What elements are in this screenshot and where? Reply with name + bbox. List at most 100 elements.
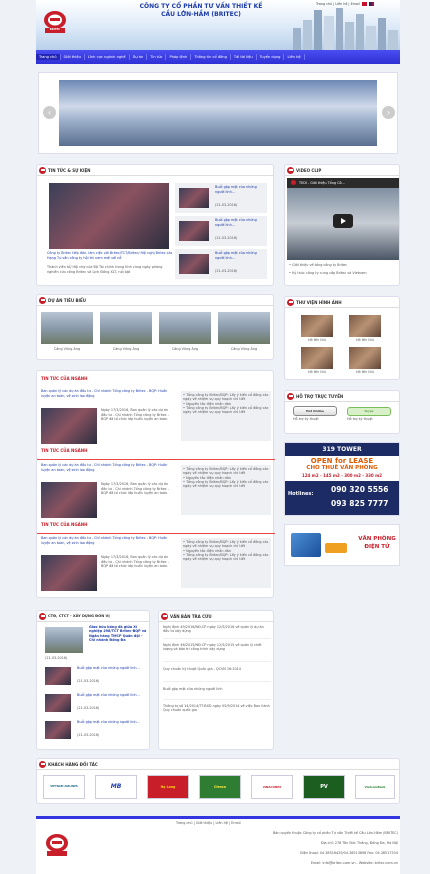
e-office-line-2: ĐIỆN TỬ — [364, 544, 390, 550]
footer-links[interactable]: Trang chủ | Giới thiệu | Liên hệ | Email — [176, 821, 241, 826]
units-item-thumb[interactable] — [45, 694, 71, 712]
footer-email[interactable]: Email: info@britec.com.vn - Website: bri… — [216, 861, 398, 866]
units-item-thumb[interactable] — [45, 721, 71, 739]
nav-item-recruitment[interactable]: Tuyển dụng — [257, 54, 285, 60]
nav-item-shareholders[interactable]: Thông tin cổ đông — [191, 54, 231, 60]
related-item[interactable]: Tổng công ty Britec/BQP: Lấy ý kiến cổ đ… — [183, 467, 269, 476]
online-status-button[interactable]: Hot Online — [293, 406, 337, 416]
video-link[interactable]: Giới thiệu về tổng công ty Britec — [289, 263, 399, 268]
news-item[interactable]: Buổi gặp mặt của những người lính... (21… — [175, 216, 267, 246]
footer-address: Địa chỉ: 278 Tôn Đức Thắng, Đống Đa, Hà … — [320, 841, 398, 845]
related-item[interactable]: Tổng công ty Britec/BQP: Lấy ý kiến cổ đ… — [183, 540, 269, 549]
project-caption[interactable]: Cảng Vũng Áng — [100, 347, 152, 352]
news-item-title[interactable]: Buổi gặp mặt của những người lính... — [215, 218, 263, 228]
news-main-title[interactable]: Công ty Britec tiếp đón, làm việc với Br… — [47, 251, 173, 260]
industry-news-title[interactable]: Ban quản lý các dự án đầu tư - Chỉ nhánh… — [41, 389, 169, 398]
gallery-caption[interactable]: Hồ tên thủ — [349, 370, 381, 375]
section-logo-icon — [39, 612, 46, 620]
news-item[interactable]: Buổi gặp mặt của những người lính... (21… — [175, 249, 267, 279]
skype-button[interactable]: Skype — [347, 407, 391, 416]
industry-news-image[interactable] — [41, 555, 97, 591]
units-item-title[interactable]: Buổi gặp mặt của những người lính... — [77, 666, 147, 670]
partner-logo-cienco[interactable]: Cienco — [199, 775, 241, 799]
video-player[interactable]: TEDI - Giới thiệu Tổng Cô... — [287, 178, 399, 260]
industry-news-image[interactable] — [41, 482, 97, 518]
footer-logo[interactable] — [44, 833, 70, 857]
document-item[interactable]: Thông tư số 14/2014/TT-BXD ngày 05/9/201… — [163, 704, 271, 713]
units-item-title[interactable]: Buổi gặp mặt của những người lính... — [77, 693, 147, 697]
e-office-banner[interactable]: VĂN PHÒNG ĐIỆN TỬ — [284, 524, 400, 566]
partner-logo-vietcombank[interactable]: VietcomBank — [355, 775, 395, 799]
slider-prev-arrow-icon[interactable]: ‹ — [43, 106, 56, 119]
industry-news-title[interactable]: Ban quản lý các dự án đầu tư - Chỉ nhánh… — [41, 536, 169, 545]
gallery-caption[interactable]: Hồ tên thủ — [349, 338, 381, 343]
project-caption[interactable]: Cảng Vũng Áng — [159, 347, 211, 352]
gallery-caption[interactable]: Hồ tên thủ — [301, 370, 333, 375]
project-image[interactable] — [159, 312, 211, 344]
page: BRITEC CÔNG TY CỔ PHẦN TƯ VẤN THIẾT KẾ C… — [36, 0, 400, 874]
news-item[interactable]: Buổi gặp mặt của những người lính... (21… — [175, 183, 267, 213]
document-item[interactable]: Quy chuẩn kỹ thuật Quốc gia - QCVN 16:20… — [163, 667, 271, 671]
industry-news-image[interactable] — [41, 408, 97, 444]
gallery-image[interactable] — [349, 347, 381, 369]
units-item-date: (21-03-2016) — [77, 679, 100, 683]
gallery-image[interactable] — [349, 315, 381, 337]
nav-item-projects[interactable]: Dự án — [130, 54, 148, 60]
project-image[interactable] — [218, 312, 270, 344]
section-logo-icon — [39, 760, 46, 768]
gallery-image[interactable] — [301, 347, 333, 369]
news-item-thumb — [179, 254, 209, 274]
news-item-title[interactable]: Buổi gặp mặt của những người lính... — [215, 251, 263, 261]
industry-news-title[interactable]: Ban quản lý các dự án đầu tư - Chỉ nhánh… — [41, 463, 169, 472]
nav-item-about[interactable]: Giới thiệu — [61, 54, 85, 60]
play-icon[interactable] — [333, 214, 353, 228]
project-caption[interactable]: Cảng Vũng Áng — [41, 347, 93, 352]
office-lease-text: CHO THUÊ VĂN PHÒNG — [306, 465, 378, 471]
title-line-1: CÔNG TY CỔ PHẦN TƯ VẤN THIẾT KẾ — [139, 3, 263, 10]
nav-item-news[interactable]: Tin tức — [147, 54, 167, 60]
nav-item-law[interactable]: Pháp lệnh — [166, 54, 192, 60]
partner-logo-mb[interactable]: MB — [95, 775, 137, 799]
related-item[interactable]: Tổng công ty Britec/BQP: Lấy ý kiến cổ đ… — [183, 393, 269, 402]
tower-ad-banner[interactable]: 319 TOWER OPEN for LEASE CHO THUÊ VĂN PH… — [284, 442, 400, 516]
nav-item-home[interactable]: Trang chủ — [36, 54, 61, 60]
units-main-image[interactable] — [45, 627, 83, 653]
news-main-image[interactable] — [49, 183, 169, 249]
news-main-desc: Thành viên tổ/ Hội chợ của Bộ Tài chính … — [47, 265, 163, 274]
document-item[interactable]: Buổi gặp mặt của những người lính — [163, 687, 271, 691]
document-item[interactable]: Nghị định 49/2016/NĐ-CP ngày 12/5/2016 v… — [163, 625, 271, 634]
partner-logo-vinaconex[interactable]: VINACONEX — [251, 775, 293, 799]
units-item-thumb[interactable] — [45, 667, 71, 685]
project-caption[interactable]: Cảng Vũng Áng — [218, 347, 270, 352]
news-events-header: TIN TỨC & SỰ KIỆN — [37, 165, 273, 176]
news-item-title[interactable]: Buổi gặp mặt của những người lính... — [215, 185, 263, 195]
related-item[interactable]: Tổng công ty Britec/BQP: Lấy ý kiến cổ đ… — [183, 553, 269, 562]
nav-item-contact[interactable]: Liên hệ — [284, 54, 305, 60]
gallery-image[interactable] — [301, 315, 333, 337]
britec-logo[interactable]: BRITEC — [42, 10, 68, 34]
project-image[interactable] — [100, 312, 152, 344]
partner-logo-vietnam-airlines[interactable]: VIETNAM AIRLINES — [43, 775, 85, 799]
nav-item-downloads[interactable]: Tải tài liệu — [231, 54, 257, 60]
partner-logo-pv[interactable]: PV — [303, 775, 345, 799]
project-image[interactable] — [41, 312, 93, 344]
units-item-date: (21-03-2016) — [77, 733, 100, 737]
bridge-banner-image[interactable] — [59, 80, 377, 146]
video-link[interactable]: Kỷ thúc công ty cung cấp Britec và Vietn… — [289, 271, 399, 276]
partners-header: KHÁCH HÀNG ĐỐI TÁC — [37, 759, 399, 770]
units-main-title[interactable]: Giao hữu bóng đá giữa Xí nghiệp 298/TCT … — [89, 625, 149, 642]
industry-news-box: TIN TỨC CỦA NGÀNH Ban quản lý các dự án … — [36, 370, 275, 598]
units-item-title[interactable]: Buổi gặp mặt của những người lính... — [77, 720, 147, 724]
slider-next-arrow-icon[interactable]: › — [382, 106, 395, 119]
video-title[interactable]: TEDI - Giới thiệu Tổng Cô... — [299, 181, 345, 185]
tower-name: 319 TOWER — [285, 443, 399, 456]
related-item[interactable]: Tổng công ty Britec/BQP: Lấy ý kiến cổ đ… — [183, 406, 269, 415]
document-item[interactable]: Nghị định 46/2015/NĐ-CP ngày 12/5/2015 v… — [163, 643, 271, 652]
nav-item-fields[interactable]: Lĩnh vực ngành nghề — [85, 54, 130, 60]
industry-news-label: TIN TỨC CỦA NGÀNH — [41, 448, 88, 453]
folder-icon — [325, 543, 347, 553]
gallery-caption[interactable]: Hồ tên thủ — [301, 338, 333, 343]
partner-logo-ha-long[interactable]: Hạ Long — [147, 775, 189, 799]
related-item[interactable]: Tổng công ty Britec/BQP: Lấy ý kiến cổ đ… — [183, 480, 269, 489]
divider — [37, 533, 275, 534]
